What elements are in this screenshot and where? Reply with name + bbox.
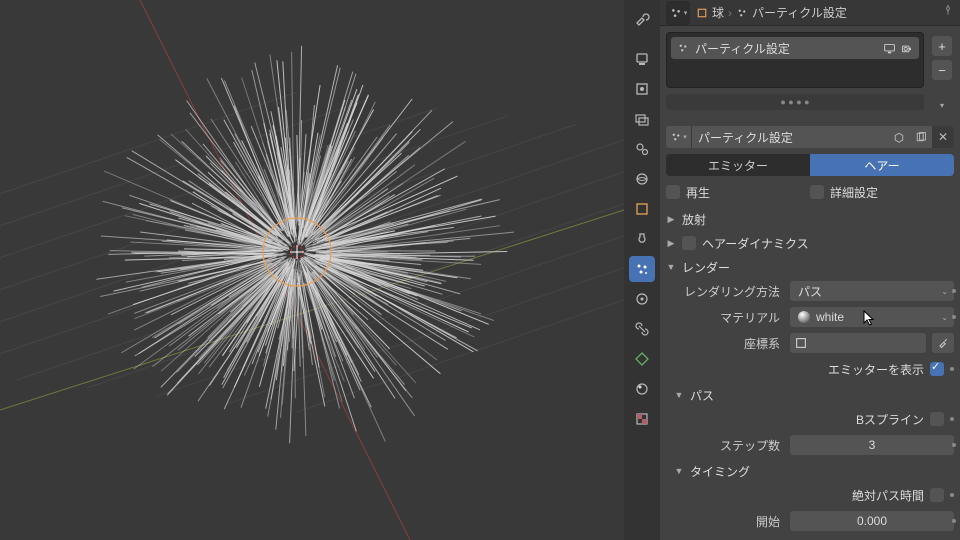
render-as-dropdown[interactable]: パス ⌄ [790, 281, 954, 301]
anim-dot[interactable] [952, 315, 956, 319]
viewport-3d[interactable] [0, 0, 624, 540]
eyedropper-icon[interactable] [932, 333, 954, 353]
abs-path-label: 絶対パス時間 [852, 487, 924, 504]
chevron-right-icon: ▶ [666, 214, 676, 225]
object-icon [794, 336, 808, 350]
chevron-down-icon: ▼ [674, 390, 684, 400]
camera-icon[interactable] [900, 42, 913, 55]
regrow-checkbox[interactable] [666, 185, 680, 199]
world-tab-icon[interactable] [629, 166, 655, 192]
bspline-label: Bスプライン [856, 411, 924, 428]
section-emission[interactable]: ▶ 放射 [666, 208, 954, 230]
breadcrumb-object: 球 [712, 4, 724, 21]
tab-hair[interactable]: ヘアー [810, 154, 954, 176]
scene-tab-icon[interactable] [629, 136, 655, 162]
chevron-right-icon: ▶ [666, 238, 676, 249]
properties-editor: ▾ 球 › パーティクル設定 パーティクル設定 [624, 0, 960, 540]
show-emitter-row: エミッターを表示 [666, 358, 954, 380]
viewlayer-tab-icon[interactable] [629, 106, 655, 132]
render-as-row: レンダリング方法 パス ⌄ [666, 280, 954, 302]
section-hair-dynamics[interactable]: ▶ ヘアーダイナミクス [666, 232, 954, 254]
object-icon [696, 7, 708, 19]
tool-tab-icon[interactable] [629, 6, 655, 32]
settings-id-row: ▾ ✕ [666, 126, 954, 148]
list-grip[interactable]: ● ● ● ● [666, 94, 924, 110]
particles-tab-icon[interactable] [629, 256, 655, 282]
abs-path-checkbox[interactable] [930, 488, 944, 502]
hair-particles [96, 46, 514, 443]
anim-dot[interactable] [952, 519, 956, 523]
remove-button[interactable]: − [932, 60, 952, 80]
object-tab-icon[interactable] [629, 196, 655, 222]
anim-dot[interactable] [950, 367, 954, 371]
steps-row: ステップ数 3 [666, 434, 954, 456]
chevron-down-icon: ▼ [674, 466, 684, 476]
texture-tab-icon[interactable] [629, 406, 655, 432]
material-row: マテリアル white ⌄ [666, 306, 954, 328]
bspline-checkbox[interactable] [930, 412, 944, 426]
hair-dynamics-checkbox[interactable] [682, 236, 696, 250]
mouse-cursor [863, 310, 877, 328]
chevron-down-icon: ▼ [666, 262, 676, 272]
constraint-tab-icon[interactable] [629, 316, 655, 342]
advanced-checkbox[interactable] [810, 185, 824, 199]
section-timing[interactable]: ▼ タイミング [674, 460, 954, 482]
start-row: 開始 0.000 [666, 510, 954, 532]
add-button[interactable]: + [932, 36, 952, 56]
render-as-label: レンダリング方法 [666, 283, 786, 300]
particle-settings-icon [677, 42, 689, 54]
advanced-label: 詳細設定 [830, 184, 878, 201]
pin-icon[interactable] [942, 4, 954, 19]
coord-label: 座標系 [666, 335, 786, 352]
breadcrumb: 球 › パーティクル設定 [696, 4, 954, 21]
anim-dot[interactable] [950, 417, 954, 421]
anim-dot[interactable] [952, 443, 956, 447]
anim-dot[interactable] [950, 493, 954, 497]
modifier-tab-icon[interactable] [629, 226, 655, 252]
output-tab-icon[interactable] [629, 76, 655, 102]
material-preview-icon [798, 311, 810, 323]
regrow-label: 再生 [686, 184, 710, 201]
anim-dot[interactable] [952, 289, 956, 293]
cursor-3d [290, 245, 304, 259]
settings-name-input[interactable] [692, 126, 888, 148]
panel-header: ▾ 球 › パーティクル設定 [660, 0, 960, 26]
steps-label: ステップ数 [666, 437, 786, 454]
coord-object-field[interactable] [790, 333, 926, 353]
section-render[interactable]: ▼ レンダー [666, 256, 954, 278]
editor-type-icon[interactable]: ▾ [666, 1, 690, 25]
bspline-row: Bスプライン [666, 408, 954, 430]
chevron-down-icon: ⌄ [941, 287, 948, 296]
show-emitter-checkbox[interactable] [930, 362, 944, 376]
options-row: 再生 詳細設定 [666, 182, 954, 202]
physics-tab-icon[interactable] [629, 286, 655, 312]
render-tab-icon[interactable] [629, 46, 655, 72]
start-label: 開始 [666, 513, 786, 530]
particle-settings-icon [736, 7, 748, 19]
coord-row: 座標系 [666, 332, 954, 354]
specials-menu[interactable]: ▾ [932, 96, 952, 116]
start-input[interactable]: 0.000 [790, 511, 954, 531]
particle-system-slot[interactable]: パーティクル設定 [671, 37, 919, 59]
chevron-down-icon: ⌄ [941, 313, 948, 322]
fake-user-icon[interactable] [888, 126, 910, 148]
material-label: マテリアル [666, 309, 786, 326]
tab-emitter[interactable]: エミッター [666, 154, 810, 176]
properties-tabs [624, 0, 660, 540]
slot-label: パーティクル設定 [695, 40, 790, 57]
unlink-icon[interactable]: ✕ [932, 126, 954, 148]
particles-panel: ▾ 球 › パーティクル設定 パーティクル設定 [660, 0, 960, 540]
material-tab-icon[interactable] [629, 376, 655, 402]
abs-path-row: 絶対パス時間 [666, 484, 954, 506]
new-settings-icon[interactable] [910, 126, 932, 148]
breadcrumb-settings: パーティクル設定 [752, 4, 847, 21]
show-emitter-label: エミッターを表示 [828, 361, 924, 378]
mesh-tab-icon[interactable] [629, 346, 655, 372]
browse-settings-icon[interactable]: ▾ [666, 126, 692, 148]
display-icon[interactable] [883, 42, 896, 55]
particle-system-list[interactable]: パーティクル設定 [666, 32, 924, 88]
type-tabs: エミッター ヘアー [666, 154, 954, 176]
steps-input[interactable]: 3 [790, 435, 954, 455]
section-path[interactable]: ▼ パス [674, 384, 954, 406]
